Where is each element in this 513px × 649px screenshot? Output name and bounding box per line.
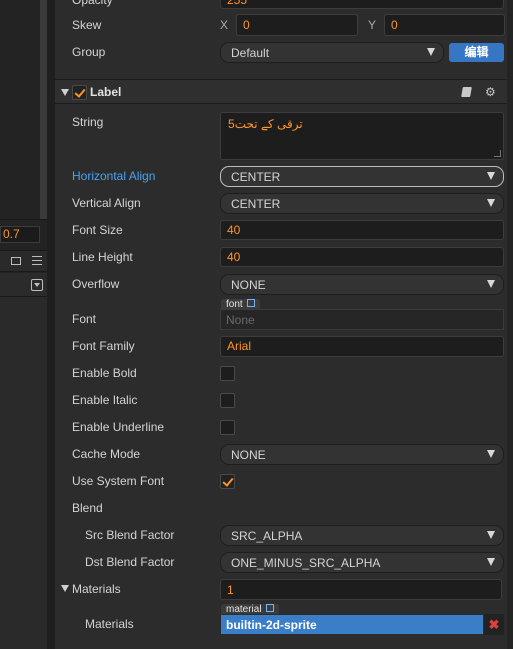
edit-group-button[interactable]: 编辑 (449, 43, 504, 62)
src-blend-factor-select[interactable]: SRC_ALPHA (220, 525, 504, 546)
overflow-value: NONE (231, 278, 266, 292)
horizontal-align-value: CENTER (231, 170, 281, 184)
vertical-align-label: Vertical Align (72, 196, 141, 210)
string-value: ترقی کے تحت5 (228, 117, 303, 131)
dst-blend-factor-select[interactable]: ONE_MINUS_SRC_ALPHA (220, 552, 504, 573)
overflow-select[interactable]: NONE (220, 274, 504, 295)
chevron-down-icon (487, 199, 495, 207)
panel-splitter[interactable] (47, 0, 55, 649)
enable-italic-checkbox[interactable] (220, 393, 235, 408)
font-asset-field[interactable]: None (220, 309, 504, 330)
src-blend-factor-label: Src Blend Factor (85, 528, 175, 542)
font-asset-value: None (226, 313, 255, 327)
dropdown-icon[interactable] (31, 279, 43, 291)
skew-y-label: Y (368, 18, 377, 32)
group-select[interactable]: Default (220, 42, 444, 63)
horizontal-align-select[interactable]: CENTER (220, 166, 504, 187)
gear-icon[interactable]: ⚙ (485, 86, 497, 98)
label-enabled-checkbox[interactable] (72, 85, 87, 100)
font-family-label: Font Family (72, 339, 135, 353)
cache-mode-label: Cache Mode (72, 447, 141, 461)
use-system-font-label: Use System Font (72, 474, 165, 488)
string-textarea[interactable]: ترقی کے تحت5 (220, 112, 504, 160)
skew-y-field[interactable]: 0 (384, 14, 505, 36)
skew-x-field[interactable]: 0 (236, 14, 358, 36)
material-item-label: Materials (85, 617, 134, 631)
material-asset-value: builtin-2d-sprite (226, 618, 317, 632)
chevron-down-icon (487, 450, 495, 458)
group-value: Default (231, 46, 270, 60)
external-link-icon[interactable] (247, 299, 256, 307)
skew-x-value: 0 (243, 18, 250, 32)
cache-mode-value: NONE (231, 448, 266, 462)
left-value-field[interactable]: 0.7 (0, 226, 40, 243)
vertical-align-value: CENTER (231, 197, 281, 211)
use-system-font-checkbox[interactable] (220, 474, 235, 489)
cache-mode-select[interactable]: NONE (220, 444, 504, 465)
material-asset-field[interactable]: builtin-2d-sprite (220, 614, 484, 635)
triangle-down-icon[interactable] (61, 585, 69, 592)
overflow-label: Overflow (72, 277, 120, 291)
line-height-value: 40 (227, 250, 241, 264)
font-size-value: 40 (227, 223, 241, 237)
label-section-header[interactable]: Label ⚙ (55, 79, 507, 104)
opacity-label: Opacity (72, 0, 113, 7)
skew-label: Skew (72, 18, 102, 32)
label-section-title: Label (90, 85, 122, 99)
opacity-value: 255 (227, 0, 248, 7)
skew-y-value: 0 (391, 18, 398, 32)
chevron-down-icon (487, 280, 495, 288)
enable-bold-checkbox[interactable] (220, 366, 235, 381)
chevron-down-icon (487, 531, 495, 539)
string-label: String (72, 115, 104, 129)
materials-label: Materials (72, 582, 121, 596)
inspector-scrollbar[interactable] (507, 0, 513, 649)
left-panel-row (0, 273, 47, 297)
font-size-label: Font Size (72, 223, 123, 237)
chevron-down-icon (487, 172, 495, 180)
blend-label: Blend (72, 501, 103, 515)
line-height-field[interactable]: 40 (220, 247, 504, 267)
left-divider (0, 219, 47, 220)
dst-blend-factor-label: Dst Blend Factor (85, 555, 175, 569)
triangle-down-icon[interactable] (61, 89, 69, 96)
skew-x-label: X (220, 18, 229, 32)
horizontal-align-label: Horizontal Align (72, 169, 156, 183)
materials-count-value: 1 (227, 583, 234, 597)
enable-underline-label: Enable Underline (72, 420, 165, 434)
font-label: Font (72, 312, 97, 326)
enable-underline-checkbox[interactable] (220, 420, 235, 435)
left-panel-header (0, 250, 47, 272)
chevron-down-icon (487, 558, 495, 566)
opacity-field[interactable]: 255 (220, 0, 504, 9)
enable-italic-label: Enable Italic (72, 393, 138, 407)
font-family-value: Arial (227, 339, 252, 353)
resize-handle-icon[interactable] (494, 150, 501, 157)
menu-icon[interactable] (32, 256, 42, 265)
chevron-down-icon (427, 48, 435, 56)
group-label: Group (72, 45, 106, 59)
font-family-field[interactable]: Arial (220, 336, 504, 357)
dst-blend-factor-value: ONE_MINUS_SRC_ALPHA (231, 556, 381, 570)
font-size-field[interactable]: 40 (220, 220, 504, 240)
left-panel-body (0, 297, 47, 649)
materials-count-field[interactable]: 1 (220, 579, 502, 600)
src-blend-factor-value: SRC_ALPHA (231, 529, 303, 543)
close-icon[interactable]: ✖ (484, 614, 504, 635)
external-link-icon[interactable] (266, 604, 275, 612)
window-icon[interactable] (11, 257, 21, 265)
book-icon[interactable] (461, 87, 472, 97)
enable-bold-label: Enable Bold (72, 366, 137, 380)
line-height-label: Line Height (72, 250, 133, 264)
vertical-align-select[interactable]: CENTER (220, 193, 504, 214)
